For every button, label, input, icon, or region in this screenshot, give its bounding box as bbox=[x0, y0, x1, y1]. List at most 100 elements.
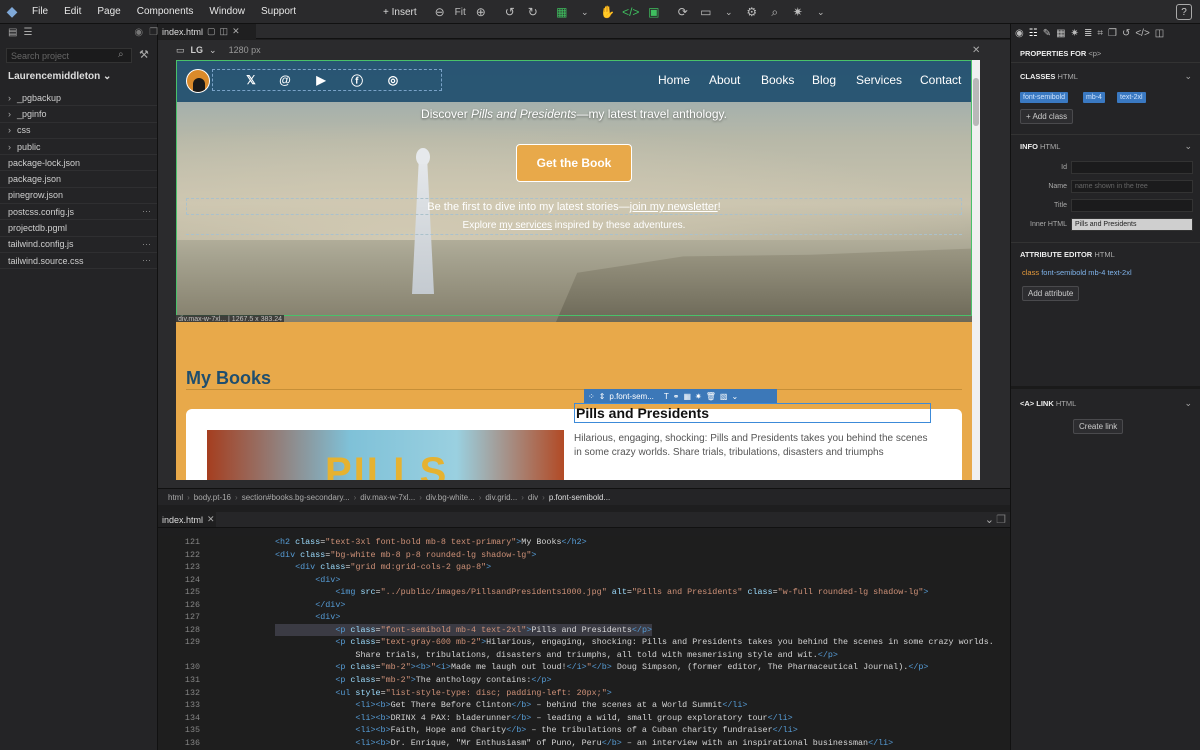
code-line[interactable]: Share trials, tribulations, disasters an… bbox=[158, 649, 1010, 662]
folder-item[interactable]: › css bbox=[0, 123, 157, 139]
menu-file[interactable]: File bbox=[24, 6, 56, 17]
name-field[interactable]: name shown in the tree bbox=[1071, 180, 1193, 193]
menu-components[interactable]: Components bbox=[129, 6, 202, 17]
element-toolbar[interactable]: ⁘ ⇕ p.font-sem... T ⚭ ▦ ✷ 🗑 ▧ ⌄ bbox=[584, 389, 777, 404]
undo-icon[interactable]: ↺ bbox=[502, 4, 518, 20]
chevron-down-icon[interactable]: ⌄ bbox=[721, 4, 737, 20]
chevron-down-icon[interactable]: ⌄ bbox=[1184, 141, 1192, 152]
zoom-out-icon[interactable]: ⊖ bbox=[432, 4, 448, 20]
file-item[interactable]: tailwind.source.css ⋯ bbox=[0, 253, 157, 270]
project-name[interactable]: Laurencemiddleton ⌄ bbox=[8, 71, 111, 82]
library-icon[interactable]: ▤ bbox=[8, 27, 17, 38]
window-icon[interactable]: ◫ bbox=[1155, 28, 1164, 39]
eye-icon[interactable]: ◉ bbox=[1015, 28, 1024, 39]
class-chip[interactable]: text-2xl bbox=[1117, 92, 1146, 103]
refresh-icon[interactable]: ⟳ bbox=[675, 4, 691, 20]
chevron-down-icon[interactable]: ⌄ bbox=[985, 513, 994, 526]
code-line[interactable]: 125 <img src="../public/images/PillsandP… bbox=[158, 586, 1010, 599]
move-icon[interactable]: ⁘ bbox=[588, 392, 595, 401]
chevron-down-icon[interactable]: ⌄ bbox=[1184, 398, 1192, 409]
code-icon[interactable]: </> bbox=[622, 4, 639, 20]
breadcrumb-item[interactable]: p.font-semibold... bbox=[549, 493, 610, 502]
code-text[interactable]: <div> bbox=[275, 611, 340, 624]
classes-header[interactable]: CLASSES HTML bbox=[1020, 72, 1078, 81]
grid-icon[interactable]: ▦ bbox=[683, 392, 691, 401]
book-description[interactable]: Hilarious, engaging, shocking: Pills and… bbox=[574, 432, 931, 460]
structure-icon[interactable]: ⌗ bbox=[1097, 28, 1103, 39]
more-icon[interactable]: ⋯ bbox=[142, 206, 151, 217]
id-field[interactable] bbox=[1071, 161, 1193, 174]
code-line[interactable]: 129 <p class="text-gray-600 mb-2">Hilari… bbox=[158, 636, 1010, 649]
code-line[interactable]: 132 <ul style="list-style-type: disc; pa… bbox=[158, 687, 1010, 700]
code-line[interactable]: 127 <div> bbox=[158, 611, 1010, 624]
split-icon[interactable]: ◫ bbox=[220, 26, 229, 37]
magic-wand-icon[interactable]: ✷ bbox=[790, 4, 806, 20]
menu-window[interactable]: Window bbox=[201, 6, 253, 17]
breadcrumb-item[interactable]: div bbox=[528, 493, 538, 502]
create-link-button[interactable]: Create link bbox=[1073, 419, 1124, 434]
breadcrumb-item[interactable]: body.pt-16 bbox=[194, 493, 231, 502]
preview-scrollbar[interactable] bbox=[972, 60, 980, 480]
code-text[interactable]: <li><b>Faith, Hope and Charity</b> – the… bbox=[275, 724, 797, 737]
element-toolbar-label[interactable]: p.font-sem... bbox=[609, 392, 653, 401]
pinegrow-logo-icon[interactable]: ◆ bbox=[0, 0, 24, 24]
tab-index-html[interactable]: index.html ▢ ◫ ✕ bbox=[158, 24, 256, 39]
class-chip[interactable]: mb-4 bbox=[1083, 92, 1105, 103]
insert-button[interactable]: + Insert bbox=[383, 7, 417, 18]
hatch-icon[interactable]: ▧ bbox=[720, 392, 728, 401]
code-line[interactable]: 128 <p class="font-semibold mb-4 text-2x… bbox=[158, 623, 1010, 637]
attribute-value[interactable]: font-semibold mb-4 text-2xl bbox=[1041, 268, 1131, 277]
file-item[interactable]: package-lock.json bbox=[0, 155, 157, 172]
menu-support[interactable]: Support bbox=[253, 6, 304, 17]
filter-icon[interactable]: ⚒ bbox=[139, 48, 149, 61]
file-item[interactable]: tailwind.config.js ⋯ bbox=[0, 237, 157, 253]
chevron-down-icon[interactable]: ⌄ bbox=[813, 4, 829, 20]
sliders-icon[interactable]: ☷ bbox=[1029, 28, 1038, 39]
code-text[interactable]: <div class="bg-white mb-8 p-8 rounded-lg… bbox=[275, 549, 536, 562]
code-text[interactable]: <li><b>Get There Before Clinton</b> – be… bbox=[275, 699, 747, 712]
code-line[interactable]: 123 <div class="grid md:grid-cols-2 gap-… bbox=[158, 561, 1010, 574]
info-header[interactable]: INFO HTML bbox=[1020, 142, 1060, 151]
class-chip[interactable]: font-semibold bbox=[1020, 92, 1069, 103]
text-icon[interactable]: T bbox=[664, 392, 669, 401]
code-line[interactable]: 136 <li><b>Dr. Enrique, "Mr Enthusiasm" … bbox=[158, 737, 1010, 750]
close-icon[interactable]: ✕ bbox=[207, 514, 215, 525]
breadcrumb-item[interactable]: section#books.bg-secondary... bbox=[242, 493, 350, 502]
code-text[interactable]: <p class="mb-2"><b>"<i>Made me laugh out… bbox=[275, 661, 928, 674]
search-project-input[interactable]: Search project bbox=[6, 48, 132, 63]
attribute-editor-header[interactable]: ATTRIBUTE EDITOR HTML bbox=[1020, 250, 1115, 259]
preview-icon[interactable]: ▭ bbox=[698, 4, 714, 20]
help-icon[interactable]: ? bbox=[1176, 4, 1192, 20]
book-title[interactable]: Pills and Presidents bbox=[574, 403, 931, 423]
breadcrumb-item[interactable]: div.max-w-7xl... bbox=[360, 493, 415, 502]
window-icon[interactable]: ❐ bbox=[149, 27, 158, 38]
tab-code-index-html[interactable]: index.html ✕ bbox=[158, 512, 216, 527]
book-cover-image[interactable]: PILLS bbox=[207, 430, 564, 480]
brush-icon[interactable]: ✎ bbox=[1043, 28, 1051, 39]
code-text[interactable]: <p class="mb-2">The anthology contains:<… bbox=[275, 674, 551, 687]
folder-item[interactable]: › _pgbackup bbox=[0, 90, 157, 107]
file-item[interactable]: projectdb.pgml bbox=[0, 220, 157, 237]
device-select[interactable]: LG bbox=[191, 45, 204, 55]
tree-icon[interactable]: ☰ bbox=[23, 27, 32, 38]
code-text[interactable]: </div> bbox=[275, 599, 345, 612]
inner-html-field[interactable]: Pills and Presidents bbox=[1071, 218, 1193, 231]
code-text[interactable]: <img src="../public/images/PillsandPresi… bbox=[275, 586, 928, 599]
code-text[interactable]: Share trials, tribulations, disasters an… bbox=[275, 649, 838, 662]
chevron-down-icon[interactable]: ⌄ bbox=[731, 392, 738, 401]
chevron-up-down-icon[interactable]: ⇕ bbox=[599, 392, 606, 401]
breadcrumb-item[interactable]: div.grid... bbox=[485, 493, 517, 502]
add-class-button[interactable]: + Add class bbox=[1020, 109, 1074, 124]
attribute-row[interactable]: class font-semibold mb-4 text-2xl bbox=[1022, 268, 1132, 277]
code-line[interactable]: 133 <li><b>Get There Before Clinton</b> … bbox=[158, 699, 1010, 712]
code-editor[interactable]: 121 <h2 class="text-3xl font-bold mb-8 te… bbox=[158, 536, 1010, 750]
close-page-icon[interactable]: ✕ bbox=[972, 45, 980, 56]
code-text[interactable]: <p class="text-gray-600 mb-2">Hilarious,… bbox=[275, 636, 993, 649]
chevron-down-icon[interactable]: ⌄ bbox=[209, 45, 217, 56]
code-line[interactable]: 126 </div> bbox=[158, 599, 1010, 612]
file-item[interactable]: postcss.config.js ⋯ bbox=[0, 204, 157, 221]
copy-icon[interactable]: ❐ bbox=[1108, 28, 1117, 39]
menu-page[interactable]: Page bbox=[89, 6, 128, 17]
eye-icon[interactable]: ◉ bbox=[134, 27, 143, 38]
code-text[interactable]: <div class="grid md:grid-cols-2 gap-8"> bbox=[275, 561, 491, 574]
